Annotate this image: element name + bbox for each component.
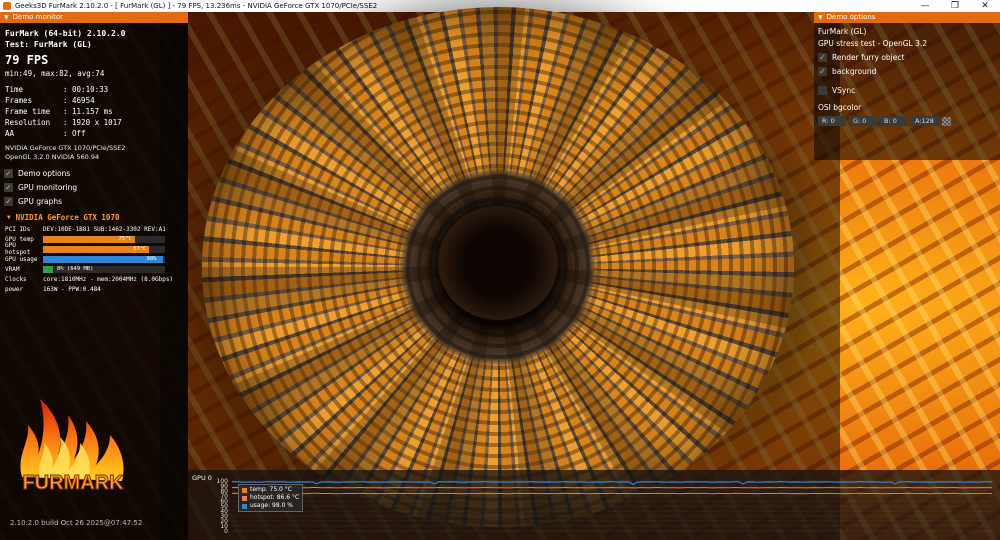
gpu-usage-value: 98%	[146, 255, 157, 262]
clocks-row: Clocks core:1810MHz - mem:2004MHz (8.0Gbp…	[5, 275, 174, 283]
demo-options-panel: ▼ Demo options FurMark (GL) GPU stress t…	[814, 12, 1000, 160]
options-test-name: GPU stress test - OpenGL 3.2	[818, 39, 927, 48]
unchecked-box-icon[interactable]	[818, 85, 827, 95]
demo-options-header[interactable]: ▼ Demo options	[814, 12, 1000, 23]
stat-time: Time: 00:10:33	[5, 85, 109, 94]
gpu-temp-value: 75°C	[118, 235, 132, 242]
red-field[interactable]: R: 0	[818, 116, 846, 126]
minimize-button[interactable]: —	[910, 0, 940, 12]
gpu-hotspot-bar: 87°C	[43, 245, 165, 253]
demo-options-title: Demo options	[826, 13, 876, 21]
demo-options-checkbox[interactable]: ✓ Demo options	[0, 166, 188, 180]
gpu-usage-bar: 98%	[43, 255, 165, 263]
blue-field[interactable]: B: 0	[880, 116, 908, 126]
gpu-section-header[interactable]: ▼ NVIDIA GeForce GTX 1070	[0, 212, 188, 224]
graph-legend: temp. 75.0 °C hotspot: 86.6 °C usage: 98…	[238, 484, 304, 512]
color-swatch-icon[interactable]	[942, 117, 951, 126]
opengl-version: OpenGL 3.2.0 NVIDIA 560.94	[5, 153, 100, 161]
check-icon[interactable]: ✓	[818, 66, 827, 76]
alpha-field[interactable]: A:128	[911, 116, 939, 126]
gpu-monitoring-checkbox[interactable]: ✓ GPU monitoring	[0, 180, 188, 194]
power-row: power 163W - PPW:0.484	[5, 285, 101, 293]
vram-value: 8% (649 MB)	[57, 265, 94, 272]
gpu-hotspot-row: GPU hotspot 87°C	[0, 242, 188, 256]
green-field[interactable]: G: 0	[849, 116, 877, 126]
app-version: FurMark (64-bit) 2.10.2.0	[5, 29, 126, 38]
demo-monitor-title: Demo monitor	[12, 13, 64, 21]
stat-frames: Frames: 46954	[5, 96, 95, 105]
test-name: Test: FurMark (GL)	[5, 40, 92, 49]
stats-list: Time: 00:10:33 Frames: 46954 Frame time:…	[0, 84, 188, 139]
gpu-temp-bar: 75°C	[43, 235, 165, 243]
gpu-graph-panel: GPU 0 100 90 80 70 60 50 40 30 20 10 0 temp. 75.0 …	[188, 470, 1000, 540]
background-checkbox[interactable]: ✓ background	[814, 64, 1000, 78]
vram-bar: 8% (649 MB)	[43, 265, 165, 273]
gpu-hotspot-value: 87°C	[133, 245, 147, 252]
stat-frame-time: Frame time: 11.157 ms	[5, 107, 113, 116]
check-icon[interactable]: ✓	[4, 168, 13, 178]
usage-series-line	[231, 481, 993, 485]
osi-bgcolor-label: OSI bgcolor	[818, 103, 862, 112]
stat-aa: AA: Off	[5, 129, 86, 138]
collapse-triangle-icon[interactable]: ▼	[7, 212, 11, 224]
legend-hotspot: hotspot: 86.6 °C	[242, 494, 299, 502]
furmark-app-icon	[3, 2, 11, 10]
close-button[interactable]: ✕	[970, 0, 1000, 12]
gpu-graph-chart: 1009080706050403020100	[217, 478, 993, 535]
options-subtitle: FurMark (GL)	[818, 27, 867, 36]
render-furry-object-checkbox[interactable]: ✓ Render furry object	[814, 50, 1000, 64]
gpu-graphs-checkbox[interactable]: ✓ GPU graphs	[0, 194, 188, 208]
fps-readout: 79 FPS	[5, 53, 49, 67]
pci-ids-row: PCI IDs DEV:10DE-1B81 SUB:1462-3302 REV:A…	[5, 225, 166, 233]
check-icon[interactable]: ✓	[818, 52, 827, 62]
collapse-triangle-icon[interactable]: ▼	[818, 12, 823, 23]
graph-y-axis: 1009080706050403020100	[217, 478, 229, 535]
fps-minmax: min:49, max:82, avg:74	[5, 69, 105, 78]
maximize-button[interactable]: ❐	[940, 0, 970, 12]
vsync-checkbox[interactable]: VSync	[814, 83, 1000, 97]
stat-resolution: Resolution: 1920 x 1017	[5, 118, 122, 127]
demo-monitor-header[interactable]: ▼ Demo monitor	[0, 12, 188, 23]
vram-row: VRAM 8% (649 MB)	[0, 264, 188, 274]
check-icon[interactable]: ✓	[4, 182, 13, 192]
furmark-flame-logo: FURMARK	[20, 399, 125, 495]
graph-gridlines	[232, 480, 992, 532]
legend-usage: usage: 98.0 %	[242, 502, 299, 510]
renderer-name: NVIDIA GeForce GTX 1070/PCIe/SSE2	[5, 144, 126, 152]
y-tick-label: 0	[224, 528, 228, 535]
furmark-logo-text: FURMARK	[22, 472, 124, 494]
legend-temp: temp. 75.0 °C	[242, 486, 299, 494]
collapse-triangle-icon[interactable]: ▼	[4, 12, 9, 23]
build-info: 2.10.2.0 build Oct 26 2025@07:47:52	[10, 519, 143, 527]
gpu-usage-row: GPU usage 98%	[0, 254, 188, 264]
check-icon[interactable]: ✓	[4, 196, 13, 206]
osi-bgcolor-fields: R: 0 G: 0 B: 0 A:128	[814, 116, 1000, 126]
donut-center-hole	[438, 206, 558, 320]
